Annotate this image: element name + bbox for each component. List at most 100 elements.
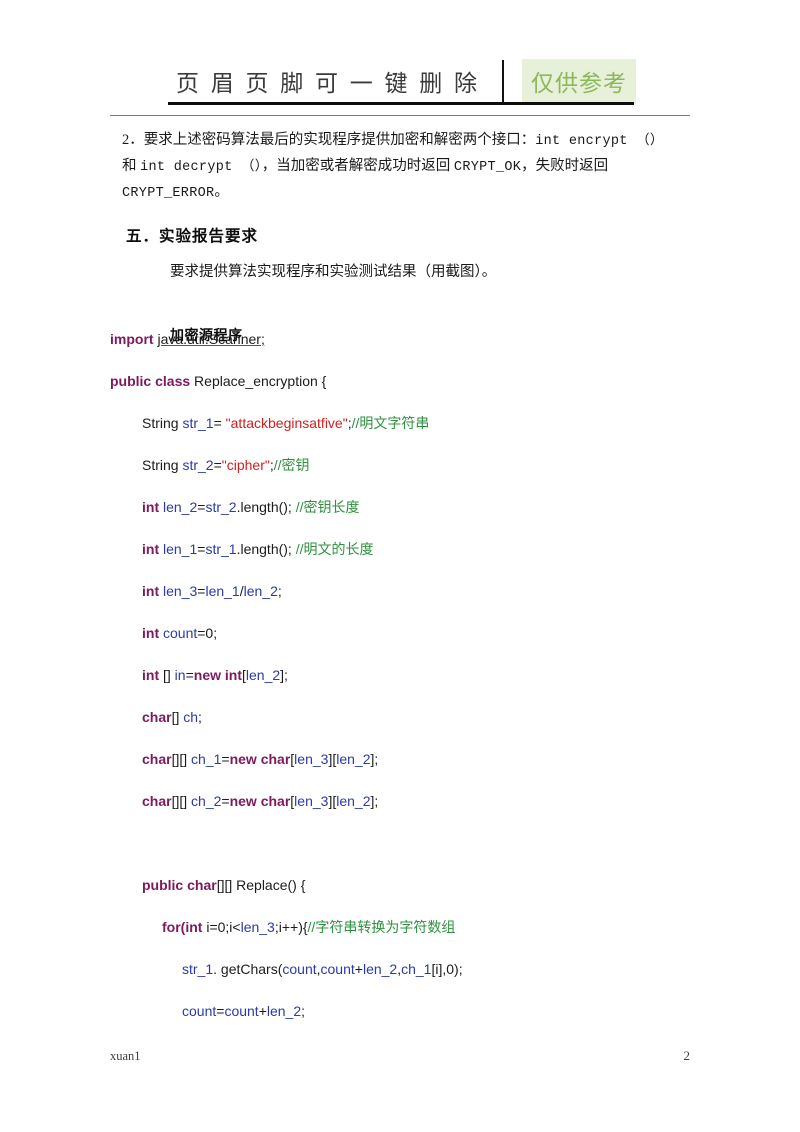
code-token: str_1 <box>182 415 214 431</box>
code-line: str_1. getChars(count,count+len_2,ch_1[i… <box>110 948 750 990</box>
code-token: new char <box>229 793 291 809</box>
code-token: .length(); <box>236 499 296 515</box>
code-token: int <box>142 667 163 683</box>
code-token: count <box>182 1003 217 1019</box>
code-token: str_2 <box>182 457 214 473</box>
code-token: [] <box>171 709 184 725</box>
code-token: = <box>221 793 230 809</box>
code-token: String <box>142 457 183 473</box>
code-token: ;i++){ <box>274 919 308 935</box>
code-token: =0; <box>197 625 218 641</box>
header-watermark-text: 页 眉 页 脚 可 一 键 删 除 <box>176 71 480 96</box>
paragraph-2-mid3: ，失败时返回 <box>521 158 609 174</box>
code-token: for( <box>162 919 186 935</box>
paragraph-2-end: 。 <box>214 184 229 200</box>
code-token: count <box>282 961 317 977</box>
code-line: public class Replace_encryption { <box>110 360 750 402</box>
code-token: + <box>354 961 363 977</box>
code-token: ; <box>301 1003 306 1019</box>
paragraph-requirement-2: 2．要求上述密码算法最后的实现程序提供加密和解密两个接口：int encrypt… <box>110 128 702 206</box>
code-token: String <box>142 415 183 431</box>
code-token: char <box>142 793 172 809</box>
code-token: //明文字符串 <box>351 415 430 431</box>
code-token: ch_1 <box>401 961 432 977</box>
footer-author-label: xuan1 <box>110 1049 141 1063</box>
paragraph-2-code-encrypt: int encrypt （） <box>535 134 664 149</box>
code-token: len_2 <box>245 667 281 683</box>
code-token: //明文的长度 <box>295 541 374 557</box>
code-token: [] <box>163 667 175 683</box>
header-watermark-band: 页 眉 页 脚 可 一 键 删 除 仅供参考 <box>0 58 800 106</box>
code-token: ]; <box>370 793 379 809</box>
code-line: String str_1= "attackbeginsatfive";//明文字… <box>110 402 750 444</box>
code-token: . getChars( <box>213 961 283 977</box>
code-token: public class <box>110 373 195 389</box>
document-page: 页 眉 页 脚 可 一 键 删 除 仅供参考 2．要求上述密码算法最后的实现程序… <box>0 0 800 1132</box>
code-token: ch_2 <box>191 793 222 809</box>
code-token: import <box>110 331 158 347</box>
code-line: public char[][] Replace() { <box>110 864 750 906</box>
code-line: int len_1=str_1.length(); //明文的长度 <box>110 528 750 570</box>
code-token: = <box>213 457 222 473</box>
paragraph-2-mid: 和 <box>122 158 141 174</box>
paragraph-2-mid2: ，当加密或者解密成功时返回 <box>261 158 454 174</box>
code-token: str_1 <box>205 541 237 557</box>
code-line: char[] ch; <box>110 696 750 738</box>
java-source-code-block: import java.util.Scanner; public class Re… <box>110 318 750 1032</box>
code-token: = <box>185 667 194 683</box>
footer-page-number: 2 <box>683 1048 691 1063</box>
code-token: "attackbeginsatfive" <box>225 415 348 431</box>
code-token: len_2 <box>266 1003 302 1019</box>
code-token: len_1 <box>163 541 198 557</box>
code-token: new int <box>193 667 242 683</box>
code-line: count=count+len_2; <box>110 990 750 1032</box>
code-token: int <box>142 499 163 515</box>
paragraph-2-code-decrypt: int decrypt （） <box>140 160 262 175</box>
code-token: + <box>258 1003 267 1019</box>
code-token: int <box>142 625 163 641</box>
code-token: = <box>213 415 226 431</box>
code-token: = <box>221 751 230 767</box>
code-token: //字符串转换为字符数组 <box>307 919 456 935</box>
code-token: public char <box>142 877 217 893</box>
header-inner: 页 眉 页 脚 可 一 键 删 除 仅供参考 <box>168 58 636 104</box>
code-token: //密钥长度 <box>295 499 360 515</box>
code-token: str_2 <box>205 499 237 515</box>
code-token: count <box>224 1003 259 1019</box>
code-line: char[][] ch_1=new char[len_3][len_2]; <box>110 738 750 780</box>
code-token: int <box>142 541 163 557</box>
header-vertical-divider <box>502 60 504 102</box>
code-token: len_2 <box>362 961 398 977</box>
page-footer: xuan1 2 <box>110 1048 690 1064</box>
code-token: in <box>174 667 186 683</box>
code-token: count <box>320 961 355 977</box>
code-token: [][] <box>171 751 192 767</box>
code-token: int <box>185 919 207 935</box>
paragraph-2-code-crypt-ok: CRYPT_OK <box>453 160 522 175</box>
code-line: int [] in=new int[len_2]; <box>110 654 750 696</box>
code-token: len_1 <box>205 583 240 599</box>
code-token: [][] Replace() { <box>216 877 306 893</box>
code-token: ; <box>198 709 202 725</box>
header-reference-badge: 仅供参考 <box>522 58 636 104</box>
code-token: "cipher" <box>221 457 270 473</box>
code-token: ch_1 <box>191 751 222 767</box>
code-token: len_3 <box>294 751 329 767</box>
code-token: [i],0); <box>431 961 463 977</box>
code-token: Replace_encryption { <box>194 373 327 389</box>
code-token: char <box>142 751 172 767</box>
code-token: len_2 <box>243 583 278 599</box>
code-line: int len_2=str_2.length(); //密钥长度 <box>110 486 750 528</box>
code-token: len_2 <box>163 499 198 515</box>
code-token: len_2 <box>336 751 371 767</box>
paragraph-2-code-crypt-error: CRYPT_ERROR <box>122 186 215 201</box>
code-token: len_2 <box>336 793 371 809</box>
code-token: ch <box>183 709 199 725</box>
header-rule-thin <box>110 115 690 116</box>
code-token: ]; <box>280 667 288 683</box>
code-token: len_3 <box>294 793 329 809</box>
code-token: len_3 <box>163 583 198 599</box>
header-rule-thick <box>168 102 634 105</box>
code-token: //密钥 <box>273 457 310 473</box>
